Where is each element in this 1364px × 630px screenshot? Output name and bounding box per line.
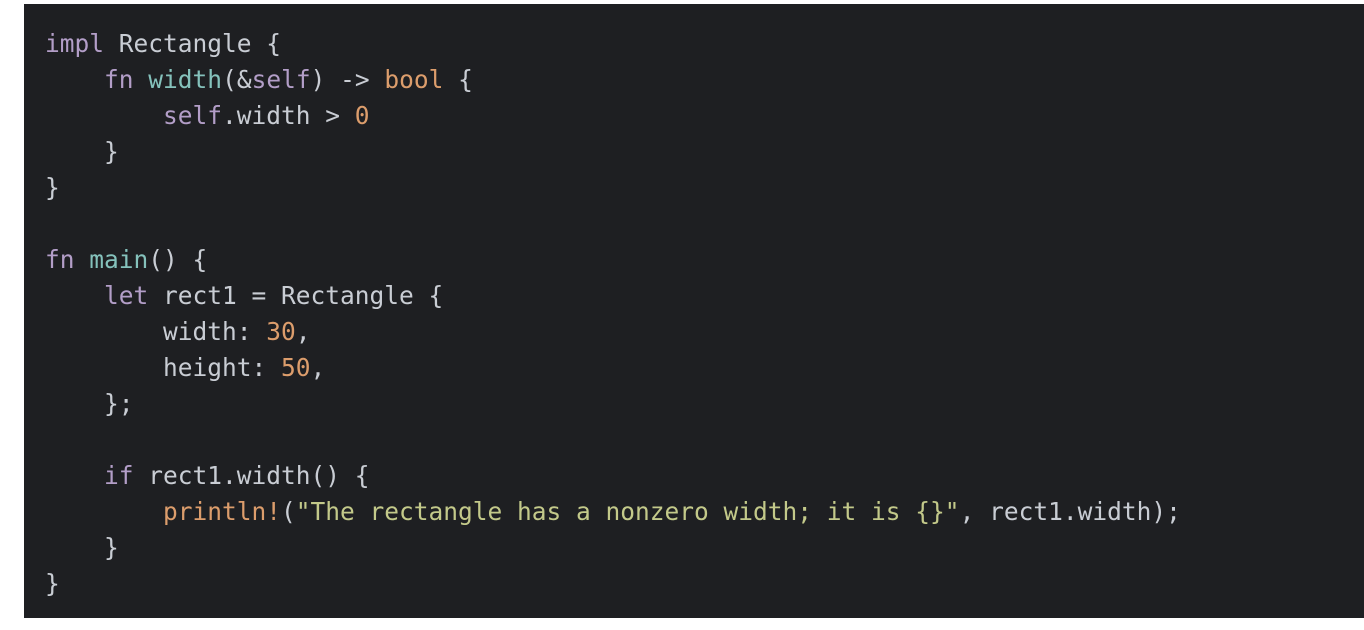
code-token-function: width (148, 65, 223, 94)
code-line: } (45, 170, 1364, 206)
code-token-keyword: let (104, 281, 149, 310)
code-token-plain: width: (45, 317, 267, 346)
code-token-string: "The rectangle has a nonzero width; it i… (295, 497, 960, 526)
code-token-type: bool (384, 65, 444, 94)
code-token-plain: height: (45, 353, 282, 382)
code-token-keyword: if (104, 461, 134, 490)
code-token-plain: Rectangle { (104, 29, 282, 58)
code-token-plain: , (295, 317, 311, 346)
code-line: } (45, 530, 1364, 566)
code-token-macro: println! (163, 497, 282, 526)
code-token-plain: { (443, 65, 473, 94)
code-token-keyword: impl (45, 29, 105, 58)
code-line: println!("The rectangle has a nonzero wi… (45, 494, 1364, 530)
code-token-self: self (251, 65, 311, 94)
code-token-plain: (& (222, 65, 252, 94)
code-token-keyword: fn (104, 65, 134, 94)
code-token-plain: , rect1.width); (959, 497, 1181, 526)
code-line: self.width > 0 (45, 98, 1364, 134)
code-line: }; (45, 386, 1364, 422)
code-token-plain: }; (45, 389, 134, 418)
code-token-plain: ) -> (310, 65, 385, 94)
code-token-plain: () { (148, 245, 208, 274)
code-line: width: 30, (45, 314, 1364, 350)
code-token-number: 0 (354, 101, 370, 130)
code-editor: impl Rectangle { fn width(&self) -> bool… (24, 4, 1364, 618)
code-token-number: 30 (266, 317, 296, 346)
code-token-plain: rect1 = Rectangle { (148, 281, 444, 310)
code-token-plain: , (310, 353, 326, 382)
code-line: fn main() { (45, 242, 1364, 278)
code-token-plain: } (45, 569, 60, 598)
code-line: fn width(&self) -> bool { (45, 62, 1364, 98)
code-line: height: 50, (45, 350, 1364, 386)
code-token-plain: } (45, 137, 119, 166)
code-token-plain: } (45, 173, 60, 202)
code-line: if rect1.width() { (45, 458, 1364, 494)
code-line: let rect1 = Rectangle { (45, 278, 1364, 314)
code-token-plain: rect1.width() { (133, 461, 370, 490)
code-token-self: self (163, 101, 223, 130)
code-token-keyword: fn (45, 245, 75, 274)
code-line: } (45, 134, 1364, 170)
code-block: impl Rectangle { fn width(&self) -> bool… (45, 26, 1364, 602)
code-line: } (45, 566, 1364, 602)
code-token-plain: } (45, 533, 119, 562)
code-token-plain: ( (281, 497, 296, 526)
code-token-number: 50 (281, 353, 311, 382)
code-token-plain: .width > (222, 101, 355, 130)
code-token-function: main (89, 245, 149, 274)
code-line: impl Rectangle { (45, 26, 1364, 62)
